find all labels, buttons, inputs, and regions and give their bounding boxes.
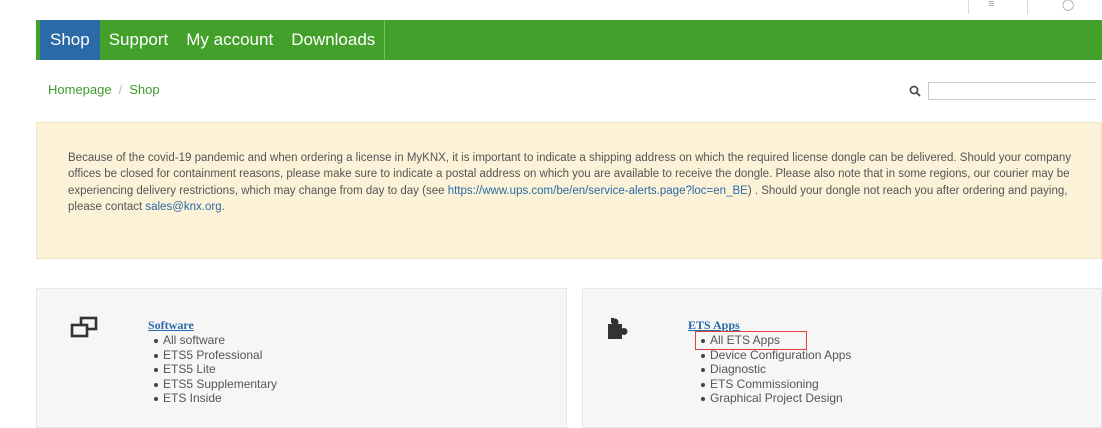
software-panel: Software All software ETS5 Professional … bbox=[36, 288, 567, 428]
software-item-all-software[interactable]: All software bbox=[153, 333, 277, 348]
covid-notice: Because of the covid-19 pandemic and whe… bbox=[36, 122, 1102, 259]
ets-apps-title-link[interactable]: ETS Apps bbox=[688, 318, 740, 333]
menu-icon[interactable]: ≡ bbox=[988, 0, 994, 10]
software-icon bbox=[69, 316, 99, 345]
bullet-icon bbox=[154, 397, 158, 402]
search-box bbox=[906, 80, 1096, 102]
software-item-ets5-lite[interactable]: ETS5 Lite bbox=[153, 362, 277, 377]
nav-item-support[interactable]: Support bbox=[100, 20, 178, 60]
top-utility-bar: ≡ ◯ bbox=[0, 0, 1102, 18]
list-item-label: ETS Commissioning bbox=[710, 376, 819, 391]
software-title-link[interactable]: Software bbox=[148, 318, 194, 333]
software-item-ets-inside[interactable]: ETS Inside bbox=[153, 391, 277, 406]
bullet-icon bbox=[701, 353, 705, 358]
ets-apps-item-diagnostic[interactable]: Diagnostic bbox=[700, 362, 851, 377]
ups-alert-link[interactable]: https://www.ups.com/be/en/service-alerts… bbox=[448, 185, 748, 197]
nav-item-downloads[interactable]: Downloads bbox=[282, 20, 386, 60]
bullet-icon bbox=[154, 339, 158, 343]
list-item-label: ETS Inside bbox=[163, 391, 222, 406]
puzzle-icon bbox=[605, 315, 635, 348]
breadcrumb-home-link[interactable]: Homepage bbox=[48, 82, 112, 97]
list-item-label: ETS5 Supplementary bbox=[163, 376, 278, 391]
list-item-label: Device Configuration Apps bbox=[710, 347, 852, 362]
software-item-ets5-supplementary[interactable]: ETS5 Supplementary bbox=[153, 377, 277, 392]
bullet-icon bbox=[701, 397, 705, 402]
list-item-label: All software bbox=[163, 333, 226, 347]
ets-apps-item-device-configuration-apps[interactable]: Device Configuration Apps bbox=[700, 348, 851, 363]
user-icon[interactable]: ◯ bbox=[1062, 0, 1074, 11]
search-icon[interactable] bbox=[906, 82, 924, 100]
top-divider bbox=[968, 0, 969, 14]
list-item-label: Graphical Project Design bbox=[710, 391, 843, 406]
ets-apps-item-graphical-project-design[interactable]: Graphical Project Design bbox=[700, 391, 851, 406]
breadcrumb-current[interactable]: Shop bbox=[129, 82, 159, 97]
list-item-label: Diagnostic bbox=[710, 362, 767, 377]
breadcrumb-separator: / bbox=[118, 82, 123, 97]
notice-text-end: . bbox=[221, 201, 225, 214]
nav-item-my-account[interactable]: My account bbox=[177, 20, 282, 60]
main-navigation: Shop Support My account Downloads bbox=[36, 20, 1102, 60]
ets-apps-list: All ETS Apps Device Configuration Apps D… bbox=[700, 333, 851, 406]
bullet-icon bbox=[154, 382, 158, 387]
sales-email-link[interactable]: sales@knx.org bbox=[145, 201, 221, 213]
bullet-icon bbox=[701, 382, 705, 387]
bullet-icon bbox=[701, 339, 705, 343]
nav-item-shop[interactable]: Shop bbox=[40, 20, 100, 60]
ets-apps-panel: ETS Apps All ETS Apps Device Configurati… bbox=[582, 288, 1102, 428]
top-divider bbox=[1027, 0, 1028, 14]
bullet-icon bbox=[154, 353, 158, 358]
list-item-label: ETS5 Lite bbox=[163, 362, 216, 377]
bullet-icon bbox=[154, 368, 158, 373]
list-item-label: ETS5 Professional bbox=[163, 347, 263, 362]
bullet-icon bbox=[701, 368, 705, 373]
software-list: All software ETS5 Professional ETS5 Lite… bbox=[153, 333, 277, 406]
search-input[interactable] bbox=[928, 82, 1096, 100]
ets-apps-item-ets-commissioning[interactable]: ETS Commissioning bbox=[700, 377, 851, 392]
breadcrumb: Homepage / Shop bbox=[48, 82, 160, 97]
ets-apps-item-all-ets-apps[interactable]: All ETS Apps bbox=[700, 333, 851, 348]
software-item-ets5-professional[interactable]: ETS5 Professional bbox=[153, 348, 277, 363]
list-item-label: All ETS Apps bbox=[710, 333, 781, 347]
